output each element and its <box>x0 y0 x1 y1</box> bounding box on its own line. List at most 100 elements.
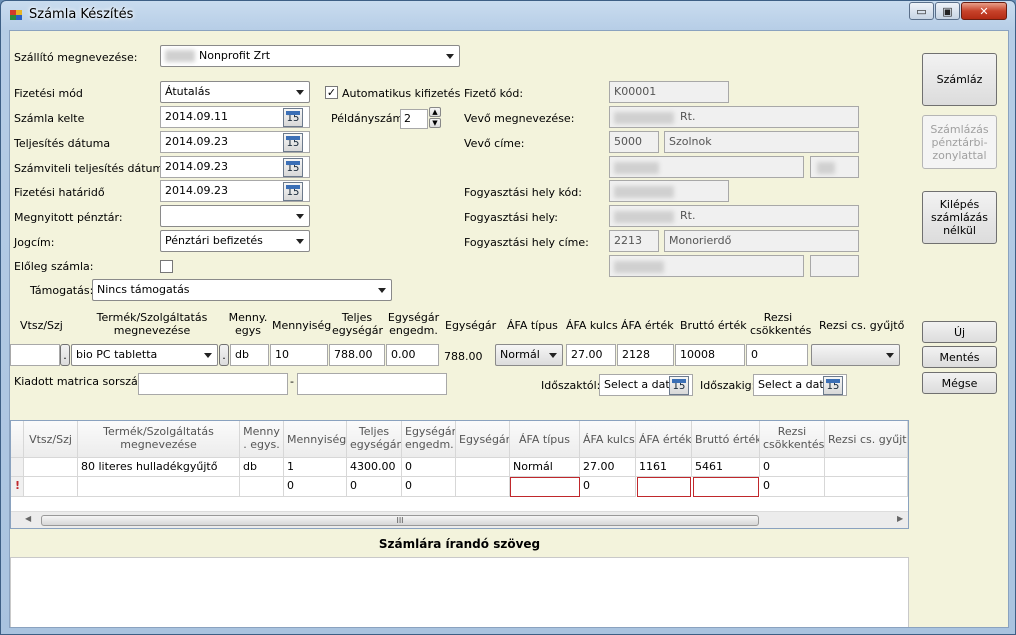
save-button[interactable]: Mentés <box>922 346 997 368</box>
grid-cell-vat-type-error[interactable] <box>510 477 580 497</box>
buyer-city-field[interactable]: Szolnok <box>664 131 859 153</box>
title-bar[interactable]: Számla Készítés ▭ ▣ ✕ <box>1 1 1015 29</box>
new-button[interactable]: Új <box>922 321 997 343</box>
spin-down-icon[interactable]: ▼ <box>429 118 441 128</box>
subsidy-select[interactable]: Nincs támogatás <box>92 279 392 301</box>
gross-field[interactable]: 10008 <box>675 344 745 366</box>
vat-rate-field[interactable]: 27.00 <box>566 344 616 366</box>
sticker-from-field[interactable] <box>138 373 288 395</box>
grid-cell-unit-price[interactable] <box>456 477 510 497</box>
buyer-zip-field[interactable]: 5000 <box>609 131 659 153</box>
grid-cell-vat-value[interactable]: 1161 <box>636 458 692 477</box>
unit-field[interactable]: db <box>230 344 269 366</box>
utility-field[interactable]: 0 <box>746 344 808 366</box>
cons-city-field[interactable]: Monorierdő <box>664 230 859 252</box>
grid-hdr-qty[interactable]: Mennyiség <box>284 421 347 458</box>
product-lookup-button[interactable]: . <box>219 344 229 366</box>
grid-cell-vat-type[interactable]: Normál <box>510 458 580 477</box>
vtsz-lookup-button[interactable]: . <box>60 344 70 366</box>
buyer-name-field[interactable]: Rt. <box>609 106 859 128</box>
advance-checkbox[interactable] <box>160 260 173 273</box>
items-grid[interactable]: Vtsz/Szj Termék/Szolgáltatás megnevezése… <box>10 420 909 529</box>
grid-cell-full-price[interactable]: 4300.00 <box>347 458 402 477</box>
grid-hdr-discount[interactable]: Egységár engedm. <box>402 421 456 458</box>
scroll-right-icon[interactable]: ▶ <box>897 514 903 523</box>
calendar-icon[interactable]: 15 <box>283 133 303 152</box>
auto-pay-checkbox[interactable]: ✓ <box>325 86 338 99</box>
invoice-cash-button[interactable]: Számlázás pénztárbi-zonylattal <box>922 115 997 169</box>
grid-cell-utility-coll[interactable] <box>825 477 908 497</box>
calendar-icon[interactable]: 15 <box>283 108 303 127</box>
grid-hdr-vat-value[interactable]: ÁFA érték <box>636 421 692 458</box>
calendar-icon[interactable]: 15 <box>283 182 303 201</box>
calendar-icon[interactable]: 15 <box>669 376 689 395</box>
notes-textarea[interactable] <box>10 557 909 627</box>
grid-cell-product[interactable]: 80 literes hulladékgyűjtő <box>78 458 240 477</box>
grid-hdr-product[interactable]: Termék/Szolgáltatás megnevezése <box>78 421 240 458</box>
horizontal-scrollbar[interactable]: ◀ III ▶ <box>11 511 908 528</box>
vat-type-select[interactable]: Normál <box>495 344 563 366</box>
buyer-street-field[interactable] <box>609 156 804 178</box>
grid-cell-vat-rate[interactable]: 0 <box>580 477 636 497</box>
full-price-field[interactable]: 788.00 <box>329 344 385 366</box>
grid-cell-gross-error[interactable] <box>693 477 759 497</box>
title-select[interactable]: Pénztári befizetés <box>160 230 310 252</box>
utility-coll-select[interactable] <box>811 344 900 366</box>
discount-field[interactable]: 0.00 <box>386 344 439 366</box>
minimize-button[interactable]: ▭ <box>909 2 934 20</box>
grid-cell-product[interactable] <box>78 477 240 497</box>
grid-cell-unit-price[interactable] <box>456 458 510 477</box>
grid-hdr-vat-type[interactable]: ÁFA típus <box>510 421 580 458</box>
calendar-icon[interactable]: 15 <box>283 158 303 177</box>
exit-button[interactable]: Kilépés számlázás nélkül <box>922 191 997 244</box>
cons-street-field[interactable] <box>609 255 804 277</box>
grid-hdr-full-price[interactable]: Teljes egységár <box>347 421 402 458</box>
grid-cell-discount[interactable]: 0 <box>402 477 456 497</box>
calendar-icon[interactable]: 15 <box>823 376 843 395</box>
cons-number-field[interactable] <box>810 255 859 277</box>
grid-cell-utility[interactable]: 0 <box>760 477 825 497</box>
grid-cell-full-price[interactable]: 0 <box>347 477 402 497</box>
cancel-button[interactable]: Mégse <box>922 372 997 394</box>
grid-hdr-unit[interactable]: Menny . egys. <box>240 421 284 458</box>
grid-hdr-unit-price[interactable]: Egységár <box>456 421 510 458</box>
qty-field[interactable]: 10 <box>270 344 328 366</box>
maximize-button[interactable]: ▣ <box>935 2 960 20</box>
buyer-number-field[interactable] <box>810 156 859 178</box>
scroll-left-icon[interactable]: ◀ <box>25 514 31 523</box>
grid-hdr-utility[interactable]: Rezsi csökkentés <box>760 421 825 458</box>
scroll-thumb[interactable]: III <box>41 515 759 526</box>
vtsz-field[interactable] <box>10 344 60 366</box>
grid-cell-discount[interactable]: 0 <box>402 458 456 477</box>
product-select[interactable]: bio PC tabletta <box>71 344 218 366</box>
grid-cell-gross[interactable]: 5461 <box>692 458 760 477</box>
grid-cell-qty[interactable]: 1 <box>284 458 347 477</box>
cashdesk-select[interactable] <box>160 205 310 227</box>
grid-cell-unit[interactable] <box>240 477 284 497</box>
cons-zip-field[interactable]: 2213 <box>609 230 659 252</box>
payer-code-field[interactable]: K00001 <box>609 81 729 103</box>
spin-up-icon[interactable]: ▲ <box>429 107 441 117</box>
grid-cell-vtsz[interactable] <box>24 477 78 497</box>
cons-place-field[interactable]: Rt. <box>609 205 859 227</box>
grid-hdr-utility-coll[interactable]: Rezsi cs. gyűjtő <box>825 421 908 458</box>
supplier-select[interactable]: Nonprofit Zrt <box>160 45 460 67</box>
cons-code-field[interactable] <box>609 180 729 202</box>
grid-cell-vat-rate[interactable]: 27.00 <box>580 458 636 477</box>
close-button[interactable]: ✕ <box>961 2 1007 20</box>
grid-cell-utility[interactable]: 0 <box>760 458 825 477</box>
sticker-to-field[interactable] <box>297 373 447 395</box>
grid-hdr-gross[interactable]: Bruttó érték <box>692 421 760 458</box>
grid-cell-utility-coll[interactable] <box>825 458 908 477</box>
payment-select[interactable]: Átutalás <box>160 81 310 103</box>
copies-field[interactable]: 2 <box>400 109 428 129</box>
grid-cell-unit[interactable]: db <box>240 458 284 477</box>
grid-cell-vtsz[interactable] <box>24 458 78 477</box>
grid-hdr-vtsz[interactable]: Vtsz/Szj <box>24 421 78 458</box>
invoice-button[interactable]: Számláz <box>922 53 997 106</box>
hdr-discount: Egységár engedm. <box>387 311 440 337</box>
grid-cell-qty[interactable]: 0 <box>284 477 347 497</box>
grid-hdr-vat-rate[interactable]: ÁFA kulcs <box>580 421 636 458</box>
vat-value-field[interactable]: 2128 <box>617 344 674 366</box>
grid-cell-vat-value-error[interactable] <box>637 477 691 497</box>
